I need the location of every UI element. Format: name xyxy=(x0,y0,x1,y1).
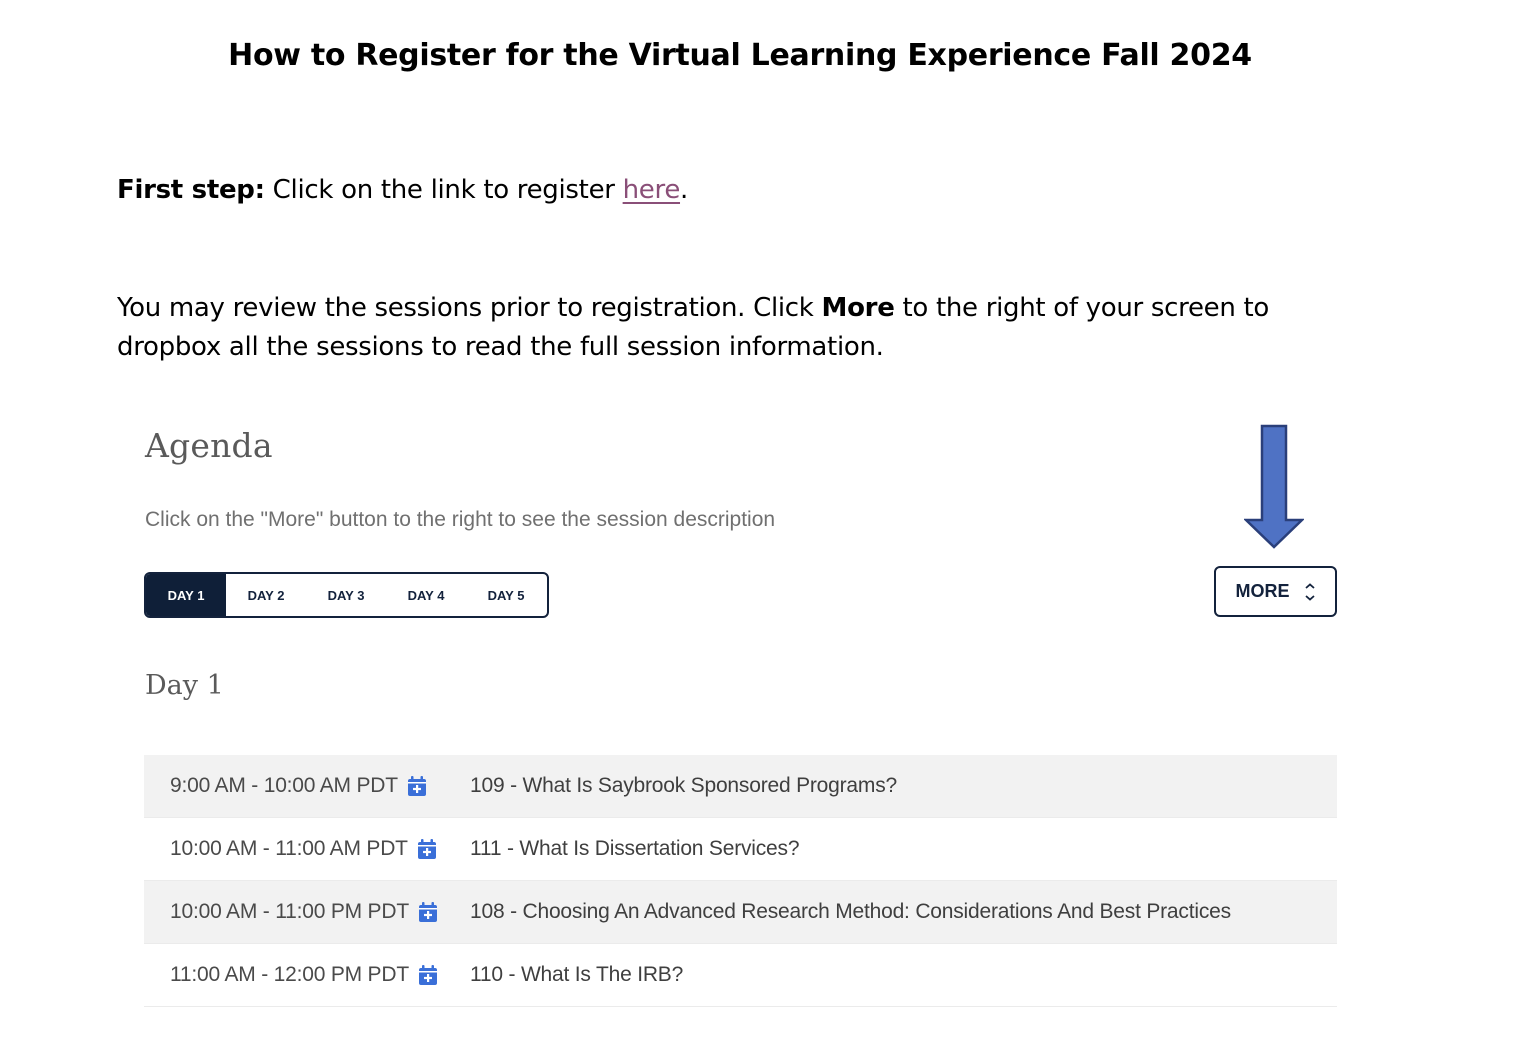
session-time: 10:00 AM - 11:00 PM PDT xyxy=(144,900,470,924)
document-title: How to Register for the Virtual Learning… xyxy=(228,38,1252,73)
session-row[interactable]: 11:00 AM - 12:00 PM PDT 110 - What Is Th… xyxy=(144,944,1337,1007)
session-list: 9:00 AM - 10:00 AM PDT 109 - What Is Say… xyxy=(144,755,1337,1007)
session-row[interactable]: 10:00 AM - 11:00 PM PDT 108 - Choosing A… xyxy=(144,881,1337,944)
session-time-text: 9:00 AM - 10:00 AM PDT xyxy=(170,774,398,797)
session-title[interactable]: 108 - Choosing An Advanced Research Meth… xyxy=(470,900,1231,924)
chevron-up-down-icon xyxy=(1304,582,1315,601)
session-title[interactable]: 111 - What Is Dissertation Services? xyxy=(470,837,800,861)
calendar-add-icon[interactable] xyxy=(407,775,427,797)
first-step-paragraph: First step: Click on the link to registe… xyxy=(117,171,688,210)
session-time-text: 11:00 AM - 12:00 PM PDT xyxy=(170,963,409,986)
review-text-before: You may review the sessions prior to reg… xyxy=(117,293,822,323)
first-step-period: . xyxy=(680,175,688,205)
day-tabs: DAY 1 DAY 2 DAY 3 DAY 4 DAY 5 xyxy=(144,572,549,618)
agenda-subtitle: Click on the "More" button to the right … xyxy=(145,508,776,531)
agenda-heading: Agenda xyxy=(145,426,273,465)
review-text-bold: More xyxy=(821,293,895,323)
tab-day-5[interactable]: DAY 5 xyxy=(466,574,546,616)
session-title[interactable]: 109 - What Is Saybrook Sponsored Program… xyxy=(470,774,897,798)
tab-day-2[interactable]: DAY 2 xyxy=(226,574,306,616)
day-heading: Day 1 xyxy=(145,670,224,701)
session-row[interactable]: 9:00 AM - 10:00 AM PDT 109 - What Is Say… xyxy=(144,755,1337,818)
session-time: 9:00 AM - 10:00 AM PDT xyxy=(144,774,470,798)
tab-day-4[interactable]: DAY 4 xyxy=(386,574,466,616)
session-time-text: 10:00 AM - 11:00 AM PDT xyxy=(170,837,408,860)
session-title[interactable]: 110 - What Is The IRB? xyxy=(470,963,683,987)
more-button[interactable]: MORE xyxy=(1214,566,1337,617)
first-step-text: Click on the link to register xyxy=(264,175,623,205)
calendar-add-icon[interactable] xyxy=(418,964,438,986)
more-button-label: MORE xyxy=(1235,581,1290,601)
down-arrow-icon xyxy=(1244,424,1304,549)
session-row[interactable]: 10:00 AM - 11:00 AM PDT 111 - What Is Di… xyxy=(144,818,1337,881)
session-time-text: 10:00 AM - 11:00 PM PDT xyxy=(170,900,409,923)
review-paragraph: You may review the sessions prior to reg… xyxy=(117,289,1337,367)
calendar-add-icon[interactable] xyxy=(417,838,437,860)
calendar-add-icon[interactable] xyxy=(418,901,438,923)
tab-day-1[interactable]: DAY 1 xyxy=(146,574,226,616)
register-link[interactable]: here xyxy=(623,175,681,205)
first-step-label: First step: xyxy=(117,175,265,205)
session-time: 11:00 AM - 12:00 PM PDT xyxy=(144,963,470,987)
session-time: 10:00 AM - 11:00 AM PDT xyxy=(144,837,470,861)
tab-day-3[interactable]: DAY 3 xyxy=(306,574,386,616)
